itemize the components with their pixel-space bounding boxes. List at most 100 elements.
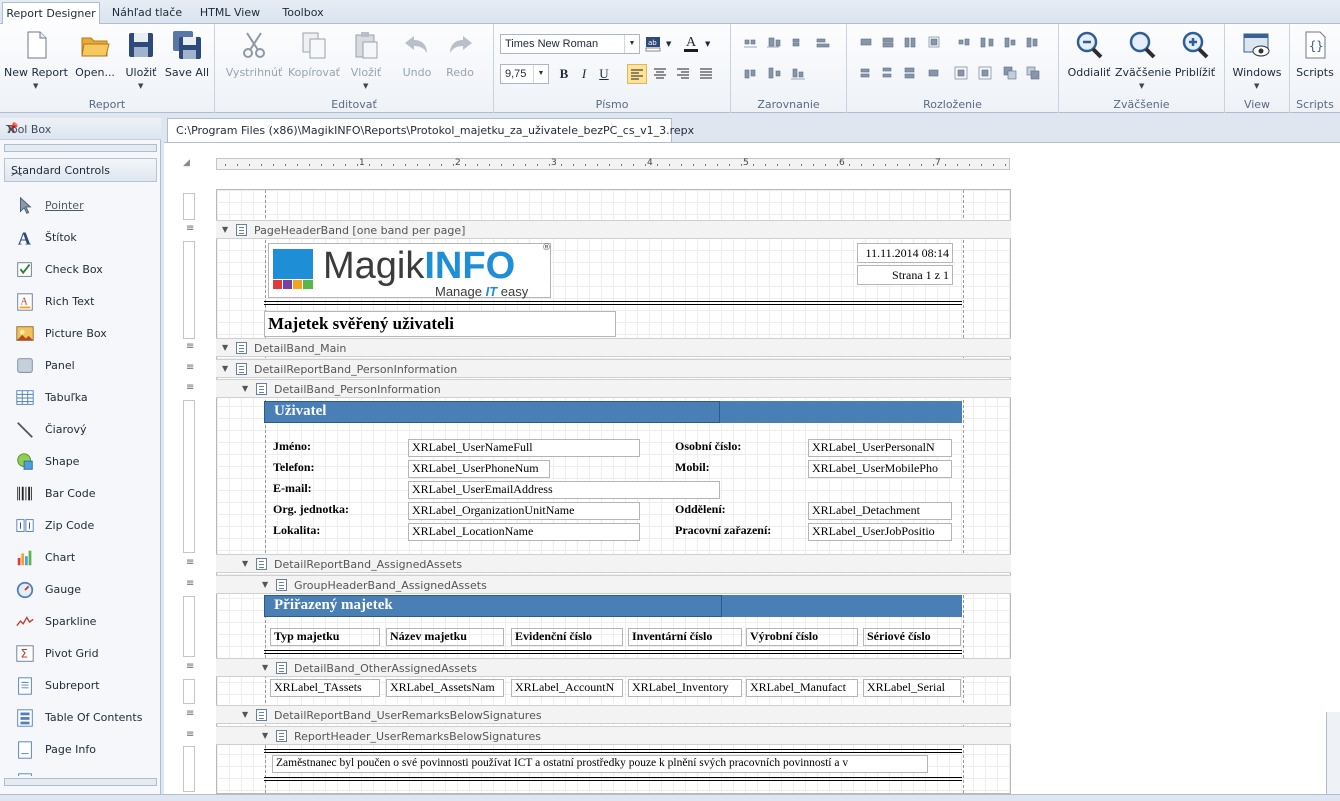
collapse-arrow-icon[interactable]: ▼	[242, 559, 248, 568]
toolbox-item-pointer[interactable]: Pointer	[10, 192, 155, 220]
field-label[interactable]: Lokalita:	[270, 523, 400, 541]
asset-cell[interactable]: XRLabel_Serial	[863, 679, 961, 697]
toolbox-item-table[interactable]: Tabuľka	[10, 384, 155, 412]
toolbox-item-line[interactable]: Čiarový	[10, 416, 155, 444]
scroll-up-button[interactable]	[4, 144, 157, 152]
italic-button[interactable]: I	[574, 64, 594, 84]
field-value[interactable]: XRLabel_UserNameFull	[408, 439, 640, 457]
band-handle-icon[interactable]: ≡	[186, 708, 194, 719]
redo-button[interactable]: Redo	[440, 28, 480, 90]
band-handle-icon[interactable]: ≡	[186, 729, 194, 740]
band-header[interactable]: ▼ DetailBand_PersonInformation	[216, 379, 1011, 398]
asset-cell[interactable]: XRLabel_Inventory	[628, 679, 742, 697]
field-label[interactable]: Osobní číslo:	[672, 439, 802, 457]
zoom-in-button[interactable]: Priblížiť	[1171, 28, 1219, 90]
header-datetime[interactable]: 11.11.2014 08:14	[857, 243, 953, 263]
field-label[interactable]: Pracovní zařazení:	[672, 523, 802, 541]
chevron-down-icon[interactable]: ▼	[533, 65, 548, 83]
band-handle-icon[interactable]: ≡	[186, 578, 194, 589]
band-header[interactable]: ▼ ReportHeader_UserRemarksBelowSignatures	[216, 726, 1011, 745]
field-value[interactable]: XRLabel_UserPhoneNum	[408, 460, 550, 478]
justify-button[interactable]	[696, 64, 716, 84]
toolbox-item-pivot-grid[interactable]: Σ Pivot Grid	[10, 640, 155, 668]
tab-print-preview[interactable]: Náhľad tlače	[104, 2, 190, 24]
column-header[interactable]: Název majetku	[386, 628, 504, 646]
save-button[interactable]: Uložiť ▼	[120, 28, 162, 90]
copy-button[interactable]: Kopírovať	[287, 28, 341, 90]
collapse-arrow-icon[interactable]: ▼	[242, 384, 248, 393]
layout-icons[interactable]	[859, 36, 1049, 82]
column-header[interactable]: Výrobní číslo	[746, 628, 858, 646]
collapse-arrow-icon[interactable]: ▼	[262, 580, 268, 589]
alignment-icons[interactable]	[743, 36, 839, 82]
band-header[interactable]: ▼ DetailReportBand_AssignedAssets	[216, 554, 1011, 573]
paste-button[interactable]: Vložiť ▼	[345, 28, 387, 90]
zoom-out-button[interactable]: Oddialiť	[1065, 28, 1113, 90]
band-handle-icon[interactable]: ≡	[186, 341, 194, 352]
field-label[interactable]: Oddělení:	[672, 502, 802, 520]
header-page-number[interactable]: Strana 1 z 1	[857, 265, 953, 285]
band-header[interactable]: ▼ PageHeaderBand [one band per page]	[216, 220, 1011, 239]
band-handle-icon[interactable]: ≡	[186, 661, 194, 672]
asset-cell[interactable]: XRLabel_TAssets	[270, 679, 380, 697]
asset-cell[interactable]: XRLabel_Manufact	[746, 679, 858, 697]
tab-toolbox[interactable]: Toolbox	[272, 2, 334, 24]
band-header[interactable]: ▼ DetailReportBand_UserRemarksBelowSignat…	[216, 705, 1011, 724]
magikinfo-logo[interactable]: MagikINFO ® Manage IT easy	[268, 243, 551, 299]
toolbox-item-toc[interactable]: Table Of Contents	[10, 704, 155, 732]
user-section-header[interactable]: Uživatel	[264, 401, 962, 423]
font-size-combo[interactable]: 9,75 ▼	[500, 64, 549, 84]
field-label[interactable]: Telefon:	[270, 460, 400, 478]
band-header[interactable]: ▼ DetailBand_Main	[216, 338, 1011, 357]
align-right-button[interactable]	[673, 64, 693, 84]
vertical-scrollbar[interactable]	[1326, 712, 1340, 794]
field-value[interactable]: XRLabel_UserMobilePho	[808, 460, 952, 478]
chevron-down-icon[interactable]: ▼	[666, 40, 671, 48]
toolbox-item-page-break[interactable]: Page Break	[10, 768, 155, 776]
font-name-combo[interactable]: Times New Roman ▼	[500, 34, 640, 54]
font-color-button[interactable]: A	[682, 35, 700, 52]
tab-html-view[interactable]: HTML View	[192, 2, 268, 24]
field-label[interactable]: Mobil:	[672, 460, 802, 478]
collapse-arrow-icon[interactable]: ▼	[222, 343, 228, 352]
column-header[interactable]: Evidenční číslo	[511, 628, 623, 646]
remarks-text[interactable]: Zaměstnanec byl poučen o své povinnosti …	[272, 755, 928, 773]
highlight-color-icon[interactable]: ab	[645, 36, 663, 52]
scroll-down-button[interactable]	[4, 778, 157, 786]
open-button[interactable]: Open...	[72, 28, 118, 90]
windows-button[interactable]: Windows ▼	[1231, 28, 1283, 90]
bold-button[interactable]: B	[554, 64, 574, 84]
band-header[interactable]: ▼ GroupHeaderBand_AssignedAssets	[216, 575, 1011, 594]
document-tab[interactable]: C:\Program Files (x86)\MagikINFO\Reports…	[167, 118, 694, 142]
close-icon[interactable]: ✕	[6, 123, 17, 138]
asset-cell[interactable]: XRLabel_AccountN	[511, 679, 623, 697]
align-left-button[interactable]	[627, 64, 647, 84]
column-header[interactable]: Inventární číslo	[628, 628, 742, 646]
field-value[interactable]: XRLabel_LocationName	[408, 523, 640, 541]
toolbox-item-subreport[interactable]: Subreport	[10, 672, 155, 700]
toolbox-item-shape[interactable]: Shape	[10, 448, 155, 476]
toolbox-item-page-info[interactable]: Page Info	[10, 736, 155, 764]
chevron-down-icon[interactable]: ▼	[705, 40, 710, 48]
collapse-arrow-icon[interactable]: ▼	[222, 364, 228, 373]
band-header[interactable]: ▼ DetailReportBand_PersonInformation	[216, 359, 1011, 378]
toolbox-item-chart[interactable]: Chart	[10, 544, 155, 572]
toolbox-item-zip-code[interactable]: Zip Code	[10, 512, 155, 540]
zoom-button[interactable]: Zväčšenie ▼	[1115, 28, 1171, 90]
collapse-arrow-icon[interactable]: ▼	[242, 710, 248, 719]
toolbox-item-label[interactable]: A Štítok	[10, 224, 155, 252]
report-title[interactable]: Majetek svěřený uživateli	[264, 311, 616, 337]
field-value[interactable]: XRLabel_OrganizationUnitName	[408, 502, 640, 520]
column-header[interactable]: Sériové číslo	[863, 628, 961, 646]
collapse-arrow-icon[interactable]: ▼	[262, 731, 268, 740]
field-value[interactable]: XRLabel_Detachment	[808, 502, 952, 520]
toolbox-item-sparkline[interactable]: Sparkline	[10, 608, 155, 636]
field-label[interactable]: Org. jednotka:	[270, 502, 400, 520]
band-handle-icon[interactable]: ≡	[186, 557, 194, 568]
field-value[interactable]: XRLabel_UserPersonalN	[808, 439, 952, 457]
collapse-arrow-icon[interactable]: ▼	[222, 225, 228, 234]
field-value[interactable]: XRLabel_UserEmailAddress	[408, 481, 720, 499]
toolbox-item-picture-box[interactable]: Picture Box	[10, 320, 155, 348]
band-handle-icon[interactable]: ≡	[186, 223, 194, 234]
toolbox-item-barcode[interactable]: Bar Code	[10, 480, 155, 508]
